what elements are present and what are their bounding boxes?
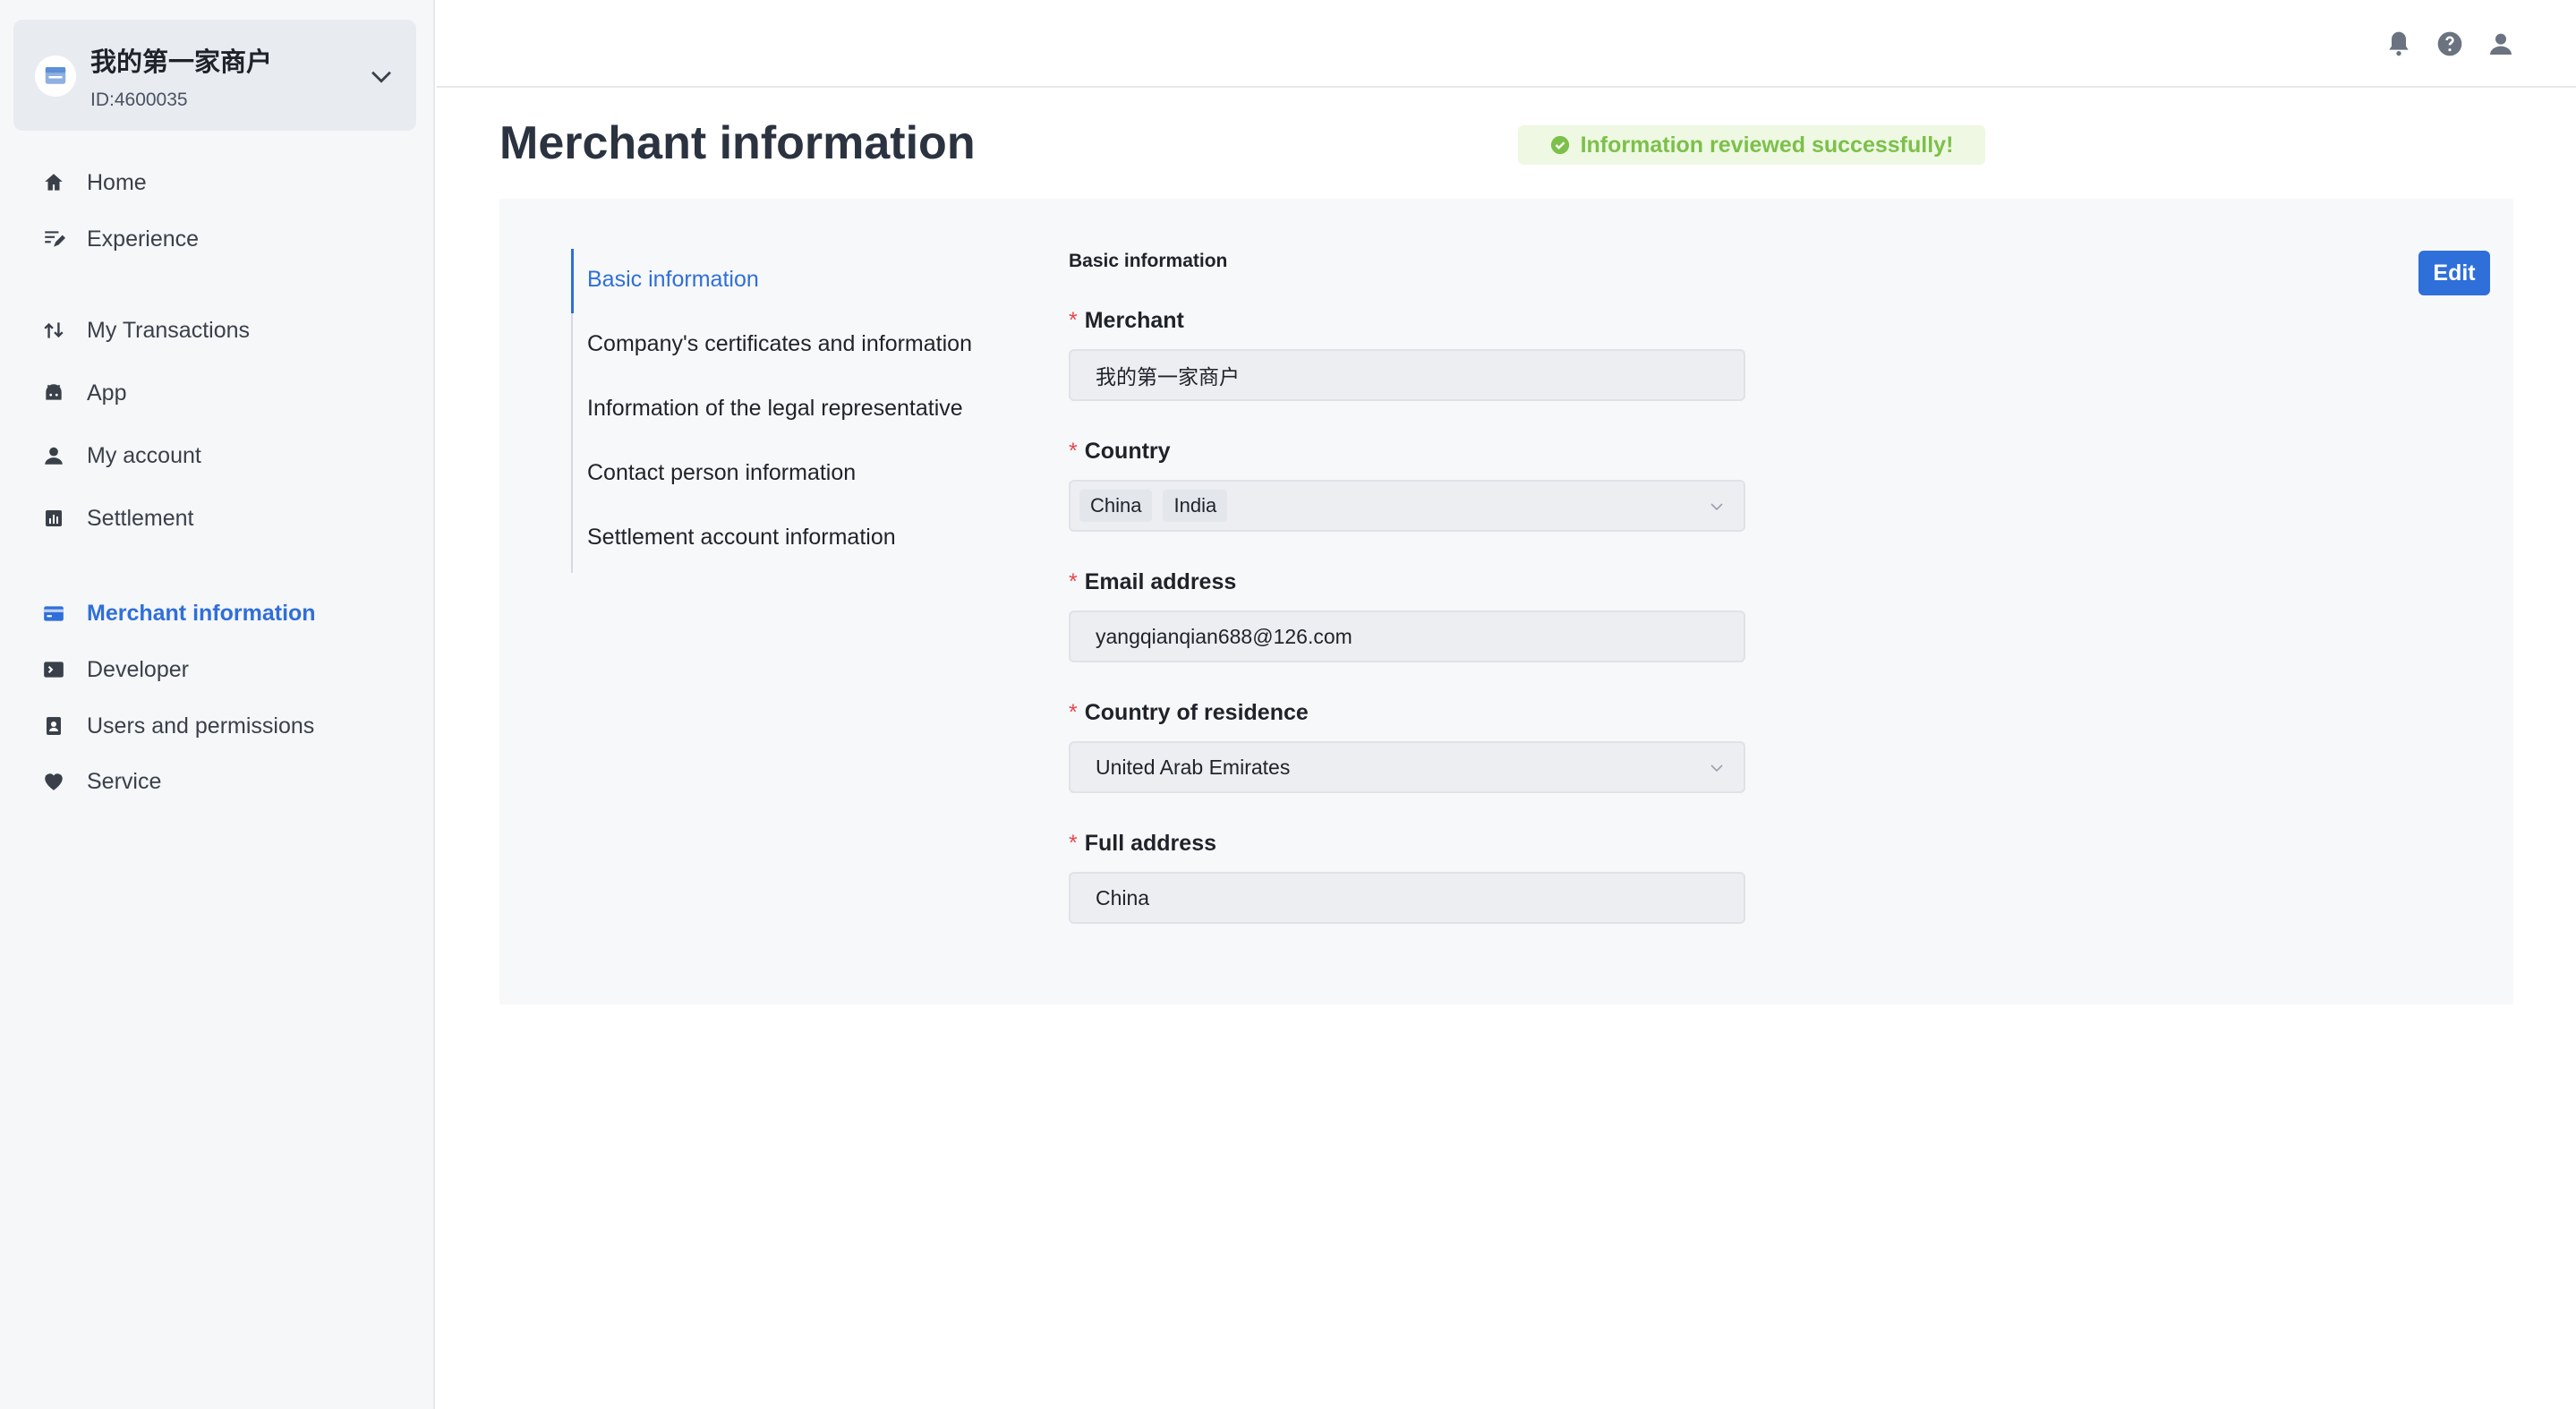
sidebar-item-label: Experience — [87, 226, 200, 252]
section-contact-person[interactable]: Contact person information — [587, 460, 856, 486]
required-mark: * — [1069, 308, 1078, 333]
sidebar-item-merchant-information[interactable]: Merchant information — [39, 595, 316, 631]
merchant-field[interactable]: 我的第一家商户 — [1069, 349, 1745, 401]
required-mark: * — [1069, 569, 1078, 594]
contacts-icon — [39, 712, 68, 740]
email-label: * Email address — [1069, 569, 1237, 594]
address-label: * Full address — [1069, 831, 1216, 856]
sidebar-item-settlement[interactable]: Settlement — [39, 500, 194, 536]
bell-icon[interactable] — [2384, 30, 2413, 58]
transactions-icon — [39, 316, 68, 345]
chevron-down-icon — [1710, 764, 1723, 773]
sidebar-item-label: My Transactions — [87, 317, 251, 343]
sidebar-item-label: Merchant information — [87, 600, 316, 626]
home-icon — [39, 168, 68, 197]
section-settlement-account[interactable]: Settlement account information — [587, 525, 896, 551]
section-basic-information[interactable]: Basic information — [587, 267, 759, 293]
chevron-down-icon — [1710, 503, 1723, 511]
country-label: * Country — [1069, 439, 1171, 464]
country-tag: China — [1079, 490, 1153, 522]
merchant-value: 我的第一家商户 — [1096, 366, 1240, 389]
merchant-label: * Merchant — [1069, 308, 1184, 333]
sidebar-item-transactions[interactable]: My Transactions — [39, 312, 250, 348]
sidebar: 我的第一家商户 ID:4600035 Home Experience My Tr… — [0, 0, 435, 1409]
status-banner: Information reviewed successfully! — [1518, 125, 1985, 165]
heart-icon — [39, 767, 68, 796]
terminal-icon — [39, 655, 68, 684]
residence-value: United Arab Emirates — [1096, 755, 1291, 779]
user-icon[interactable] — [2486, 30, 2515, 58]
form-heading: Basic information — [1069, 251, 1228, 271]
sidebar-item-home[interactable]: Home — [39, 165, 147, 201]
merchant-name: 我的第一家商户 — [90, 47, 273, 77]
address-value: China — [1096, 885, 1150, 909]
sidebar-item-app[interactable]: App — [39, 375, 126, 411]
sidebar-item-experience[interactable]: Experience — [39, 221, 199, 257]
page-title: Merchant information — [499, 117, 976, 169]
sidebar-item-label: Home — [87, 169, 147, 195]
email-value: yangqianqian688@126.com — [1096, 624, 1352, 648]
residence-label: * Country of residence — [1069, 700, 1309, 725]
top-bar — [437, 0, 2576, 88]
country-select[interactable]: China India — [1069, 480, 1745, 532]
merchant-switcher[interactable]: 我的第一家商户 ID:4600035 — [13, 20, 416, 131]
content-panel: Basic information Company's certificates… — [499, 199, 2513, 1004]
sidebar-item-users-permissions[interactable]: Users and permissions — [39, 708, 314, 744]
required-mark: * — [1069, 831, 1078, 856]
store-icon — [35, 56, 76, 97]
android-icon — [39, 379, 68, 407]
edit-button[interactable]: Edit — [2418, 251, 2490, 295]
country-tag: India — [1163, 490, 1228, 522]
section-legal-representative[interactable]: Information of the legal representative — [587, 396, 963, 422]
chevron-down-icon — [371, 71, 391, 83]
section-active-indicator — [571, 249, 574, 313]
user-icon — [39, 441, 68, 470]
card-icon — [39, 599, 68, 628]
section-company-certificates[interactable]: Company's certificates and information — [587, 331, 972, 357]
sidebar-item-service[interactable]: Service — [39, 764, 161, 799]
residence-select[interactable]: United Arab Emirates — [1069, 741, 1745, 793]
required-mark: * — [1069, 439, 1078, 464]
section-nav: Basic information Company's certificates… — [571, 249, 1036, 573]
sidebar-item-label: Developer — [87, 656, 189, 682]
status-text: Information reviewed successfully! — [1580, 132, 1954, 158]
sidebar-item-my-account[interactable]: My account — [39, 438, 201, 474]
sidebar-item-label: Settlement — [87, 505, 194, 531]
merchant-id: ID:4600035 — [90, 90, 188, 110]
help-icon[interactable] — [2435, 30, 2464, 58]
check-circle-icon — [1550, 135, 1569, 155]
required-mark: * — [1069, 700, 1078, 725]
experience-icon — [39, 225, 68, 253]
bar-chart-icon — [39, 504, 68, 533]
email-field[interactable]: yangqianqian688@126.com — [1069, 611, 1745, 662]
address-field[interactable]: China — [1069, 872, 1745, 924]
sidebar-item-label: My account — [87, 442, 201, 468]
sidebar-item-developer[interactable]: Developer — [39, 652, 189, 687]
sidebar-item-label: Service — [87, 768, 162, 794]
sidebar-item-label: Users and permissions — [87, 713, 315, 739]
app-root: 我的第一家商户 ID:4600035 Home Experience My Tr… — [0, 0, 2576, 1409]
sidebar-item-label: App — [87, 380, 127, 406]
